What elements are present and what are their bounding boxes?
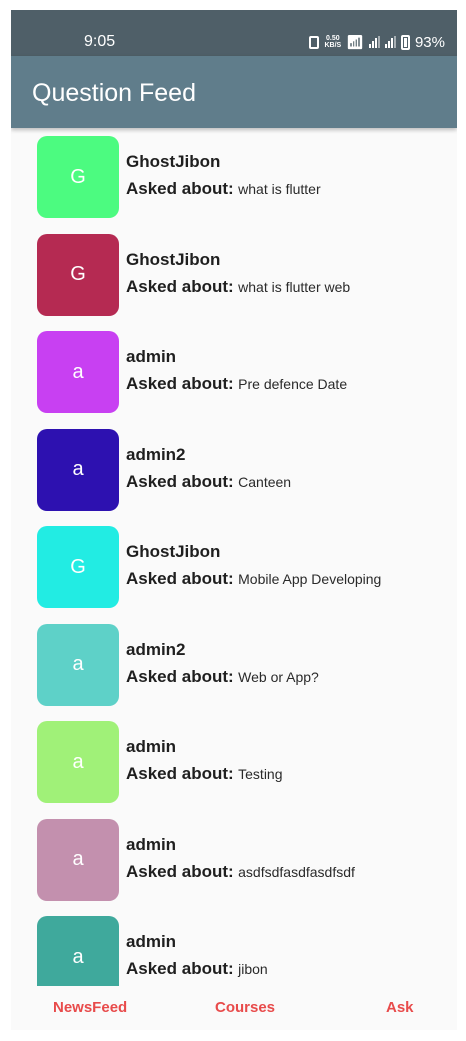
question-text: Pre defence Date <box>238 376 348 392</box>
question-text: Testing <box>238 766 283 782</box>
asked-about-label: Asked about: <box>126 569 234 588</box>
avatar: G <box>37 136 119 218</box>
username: admin <box>126 347 177 366</box>
wifi-icon: 📶︎ <box>346 34 364 50</box>
asked-about-label: Asked about: <box>126 764 234 783</box>
asked-about-label: Asked about: <box>126 276 234 296</box>
question-line: Asked about: what is flutter web <box>126 276 350 299</box>
signal-icon <box>368 36 380 48</box>
asked-about-label: Asked about: <box>126 861 234 881</box>
question-line: Asked about: Canteen <box>126 471 291 494</box>
nav-courses[interactable]: Courses <box>215 999 275 1017</box>
question-line: Asked about: Web or App? <box>126 666 319 689</box>
avatar: a <box>37 818 119 901</box>
avatar: a <box>37 916 119 986</box>
question-line: Asked about: Mobile App Developing <box>126 568 381 591</box>
question-list-item[interactable]: a admin Asked about: Pre defence Date <box>37 331 447 413</box>
username: admin2 <box>126 444 186 464</box>
bottom-navigation: NewsFeed Courses Ask <box>11 986 457 1030</box>
question-text: what is flutter web <box>238 278 351 295</box>
question-text: Canteen <box>238 473 292 490</box>
question-text: asdfsdfasdfasdfsdf <box>238 863 355 880</box>
question-line: Asked about: asdfsdfasdfasdfsdf <box>126 861 355 884</box>
app-bar: Question Feed <box>11 56 457 128</box>
username: admin <box>126 932 177 951</box>
question-line: Asked about: what is flutter <box>126 178 321 201</box>
question-list-item[interactable]: G GhostJibon Asked about: what is flutter <box>37 136 447 218</box>
question-text: Mobile App Developing <box>238 571 382 587</box>
app-screen: 9:05 0.50 KB/S 📶︎ 93% Question Feed G Gho… <box>11 10 457 1030</box>
avatar: a <box>37 428 119 511</box>
signal-icon-2 <box>384 36 396 48</box>
network-speed: 0.50 KB/S <box>324 35 341 49</box>
network-speed-unit: KB/S <box>324 42 342 49</box>
avatar: a <box>37 721 119 803</box>
question-list-item[interactable]: G GhostJibon Asked about: what is flutter … <box>37 233 447 316</box>
network-speed-value: 0.50 <box>326 35 340 42</box>
question-text: Web or App? <box>238 668 319 685</box>
username: GhostJibon <box>126 542 221 561</box>
asked-about-label: Asked about: <box>126 471 234 491</box>
battery-icon <box>400 34 410 50</box>
question-list-item[interactable]: a admin2 Asked about: Canteen <box>37 428 447 511</box>
asked-about-label: Asked about: <box>126 666 234 686</box>
status-time: 9:05 <box>84 33 116 50</box>
avatar: a <box>37 623 119 706</box>
question-line: Asked about: Testing <box>126 763 283 786</box>
question-text: jibon <box>238 961 268 977</box>
question-list-item[interactable]: a admin Asked about: jibon <box>37 916 447 986</box>
question-text: what is flutter <box>238 181 321 197</box>
asked-about-label: Asked about: <box>126 959 234 978</box>
username: admin <box>126 834 177 854</box>
avatar: G <box>37 233 119 316</box>
question-list-item[interactable]: a admin Asked about: Testing <box>37 721 447 803</box>
vibrate-icon <box>309 35 320 49</box>
nav-ask[interactable]: Ask <box>386 999 414 1017</box>
question-list-item[interactable]: a admin Asked about: asdfsdfasdfasdfsdf <box>37 818 447 901</box>
status-icons: 0.50 KB/S 📶︎ 93% <box>309 32 445 52</box>
asked-about-label: Asked about: <box>126 179 234 198</box>
question-list-item[interactable]: a admin2 Asked about: Web or App? <box>37 623 447 706</box>
username: GhostJibon <box>126 152 221 171</box>
username: GhostJibon <box>126 249 221 269</box>
username: admin2 <box>126 639 186 659</box>
avatar: G <box>37 526 119 608</box>
battery-level: 93% <box>414 33 445 51</box>
username: admin <box>126 737 177 756</box>
avatar: a <box>37 331 119 413</box>
question-line: Asked about: Pre defence Date <box>126 373 347 396</box>
asked-about-label: Asked about: <box>126 374 234 393</box>
nav-newsfeed[interactable]: NewsFeed <box>53 999 127 1017</box>
page-title: Question Feed <box>32 79 196 107</box>
question-list-item[interactable]: G GhostJibon Asked about: Mobile App Devel… <box>37 526 447 608</box>
question-line: Asked about: jibon <box>126 958 268 981</box>
question-feed-list[interactable]: G GhostJibon Asked about: what is flutter G… <box>11 128 457 986</box>
